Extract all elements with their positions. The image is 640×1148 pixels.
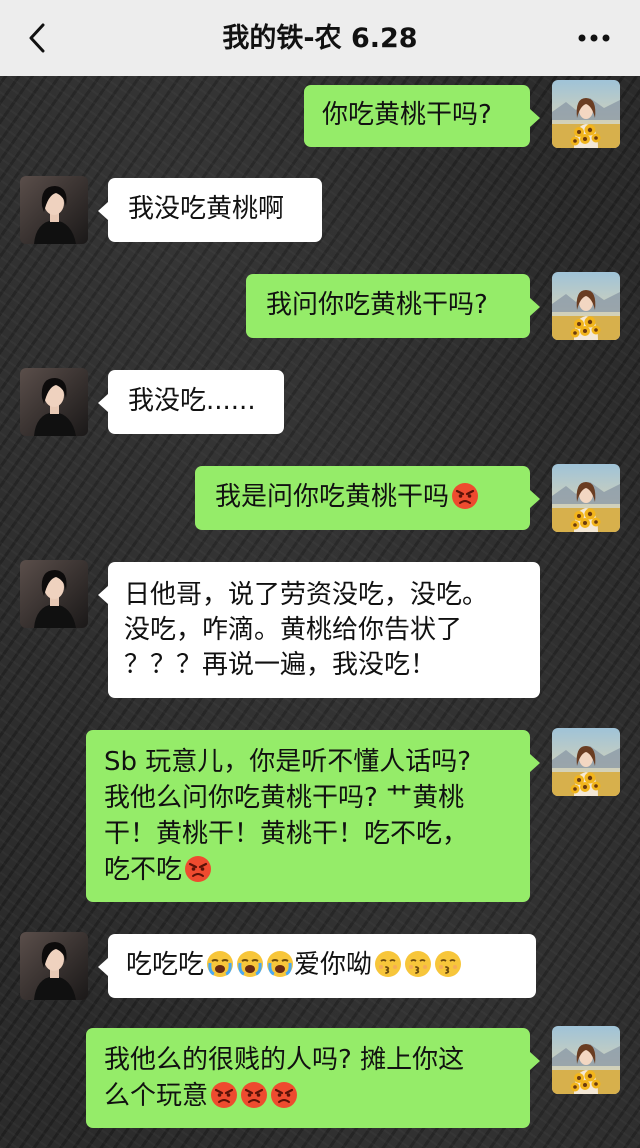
message-text: 我问你吃黄桃干吗?: [266, 290, 488, 320]
kissing-face-icon: [374, 950, 402, 978]
chat-title: 我的铁-农 6.28: [222, 23, 418, 54]
angry-face-icon: [210, 1081, 238, 1109]
angry-face-icon: [451, 482, 479, 510]
contact-avatar[interactable]: [20, 368, 88, 436]
contact-avatar[interactable]: [20, 176, 88, 244]
message-text: 我没吃黄桃啊: [128, 194, 285, 224]
sunflower-girl-avatar-icon: [552, 272, 620, 340]
message-text-after: 爱你呦: [294, 950, 373, 980]
message-text: Sb 玩意儿，你是听不懂人话吗? 我他么问你吃黄桃干吗? 艹黄桃 干！黄桃干！黄…: [104, 747, 472, 885]
message-bubble-received[interactable]: 我没吃......: [98, 370, 284, 434]
message-text: 你吃黄桃干吗?: [322, 100, 492, 130]
message-bubble-sent[interactable]: 你吃黄桃干吗?: [304, 85, 540, 147]
contact-avatar[interactable]: [20, 560, 88, 628]
message-text: 日他哥，说了劳资没吃，没吃。 没吃，咋滴。黄桃给你告状了 ？？？再说一遍，我没吃…: [124, 580, 489, 680]
chat-header: 我的铁-农 6.28: [0, 0, 640, 76]
message-bubble-sent[interactable]: Sb 玩意儿，你是听不懂人话吗? 我他么问你吃黄桃干吗? 艹黄桃 干！黄桃干！黄…: [86, 730, 540, 902]
sunflower-girl-avatar-icon: [552, 80, 620, 148]
angry-face-icon: [240, 1081, 268, 1109]
more-dots-icon: [578, 34, 610, 42]
message-bubble-sent[interactable]: 我问你吃黄桃干吗?: [246, 274, 540, 338]
sunflower-girl-avatar-icon: [552, 1026, 620, 1094]
message-text: 吃吃吃: [126, 950, 205, 980]
message-bubble-sent[interactable]: 我他么的很贱的人吗? 摊上你这 么个玩意: [86, 1028, 540, 1128]
message-bubble-received[interactable]: 日他哥，说了劳资没吃，没吃。 没吃，咋滴。黄桃给你告状了 ？？？再说一遍，我没吃…: [98, 562, 540, 698]
woman-portrait-avatar-icon: [20, 560, 88, 628]
loudly-crying-face-icon: [206, 950, 234, 978]
kissing-face-icon: [404, 950, 432, 978]
loudly-crying-face-icon: [266, 950, 294, 978]
angry-face-icon: [270, 1081, 298, 1109]
woman-portrait-avatar-icon: [20, 176, 88, 244]
my-avatar[interactable]: [552, 272, 620, 340]
message-bubble-sent[interactable]: 我是问你吃黄桃干吗: [195, 466, 540, 530]
loudly-crying-face-icon: [236, 950, 264, 978]
my-avatar[interactable]: [552, 1026, 620, 1094]
more-button[interactable]: [574, 22, 614, 54]
sunflower-girl-avatar-icon: [552, 464, 620, 532]
message-text: 我是问你吃黄桃干吗: [215, 482, 450, 512]
my-avatar[interactable]: [552, 464, 620, 532]
woman-portrait-avatar-icon: [20, 368, 88, 436]
my-avatar[interactable]: [552, 728, 620, 796]
contact-avatar[interactable]: [20, 932, 88, 1000]
message-text: 我没吃......: [128, 386, 256, 416]
kissing-face-icon: [434, 950, 462, 978]
woman-portrait-avatar-icon: [20, 932, 88, 1000]
message-bubble-received[interactable]: 吃吃吃 爱你呦: [98, 934, 536, 998]
message-bubble-received[interactable]: 我没吃黄桃啊: [98, 178, 322, 242]
angry-face-icon: [184, 855, 212, 883]
sunflower-girl-avatar-icon: [552, 728, 620, 796]
my-avatar[interactable]: [552, 80, 620, 148]
